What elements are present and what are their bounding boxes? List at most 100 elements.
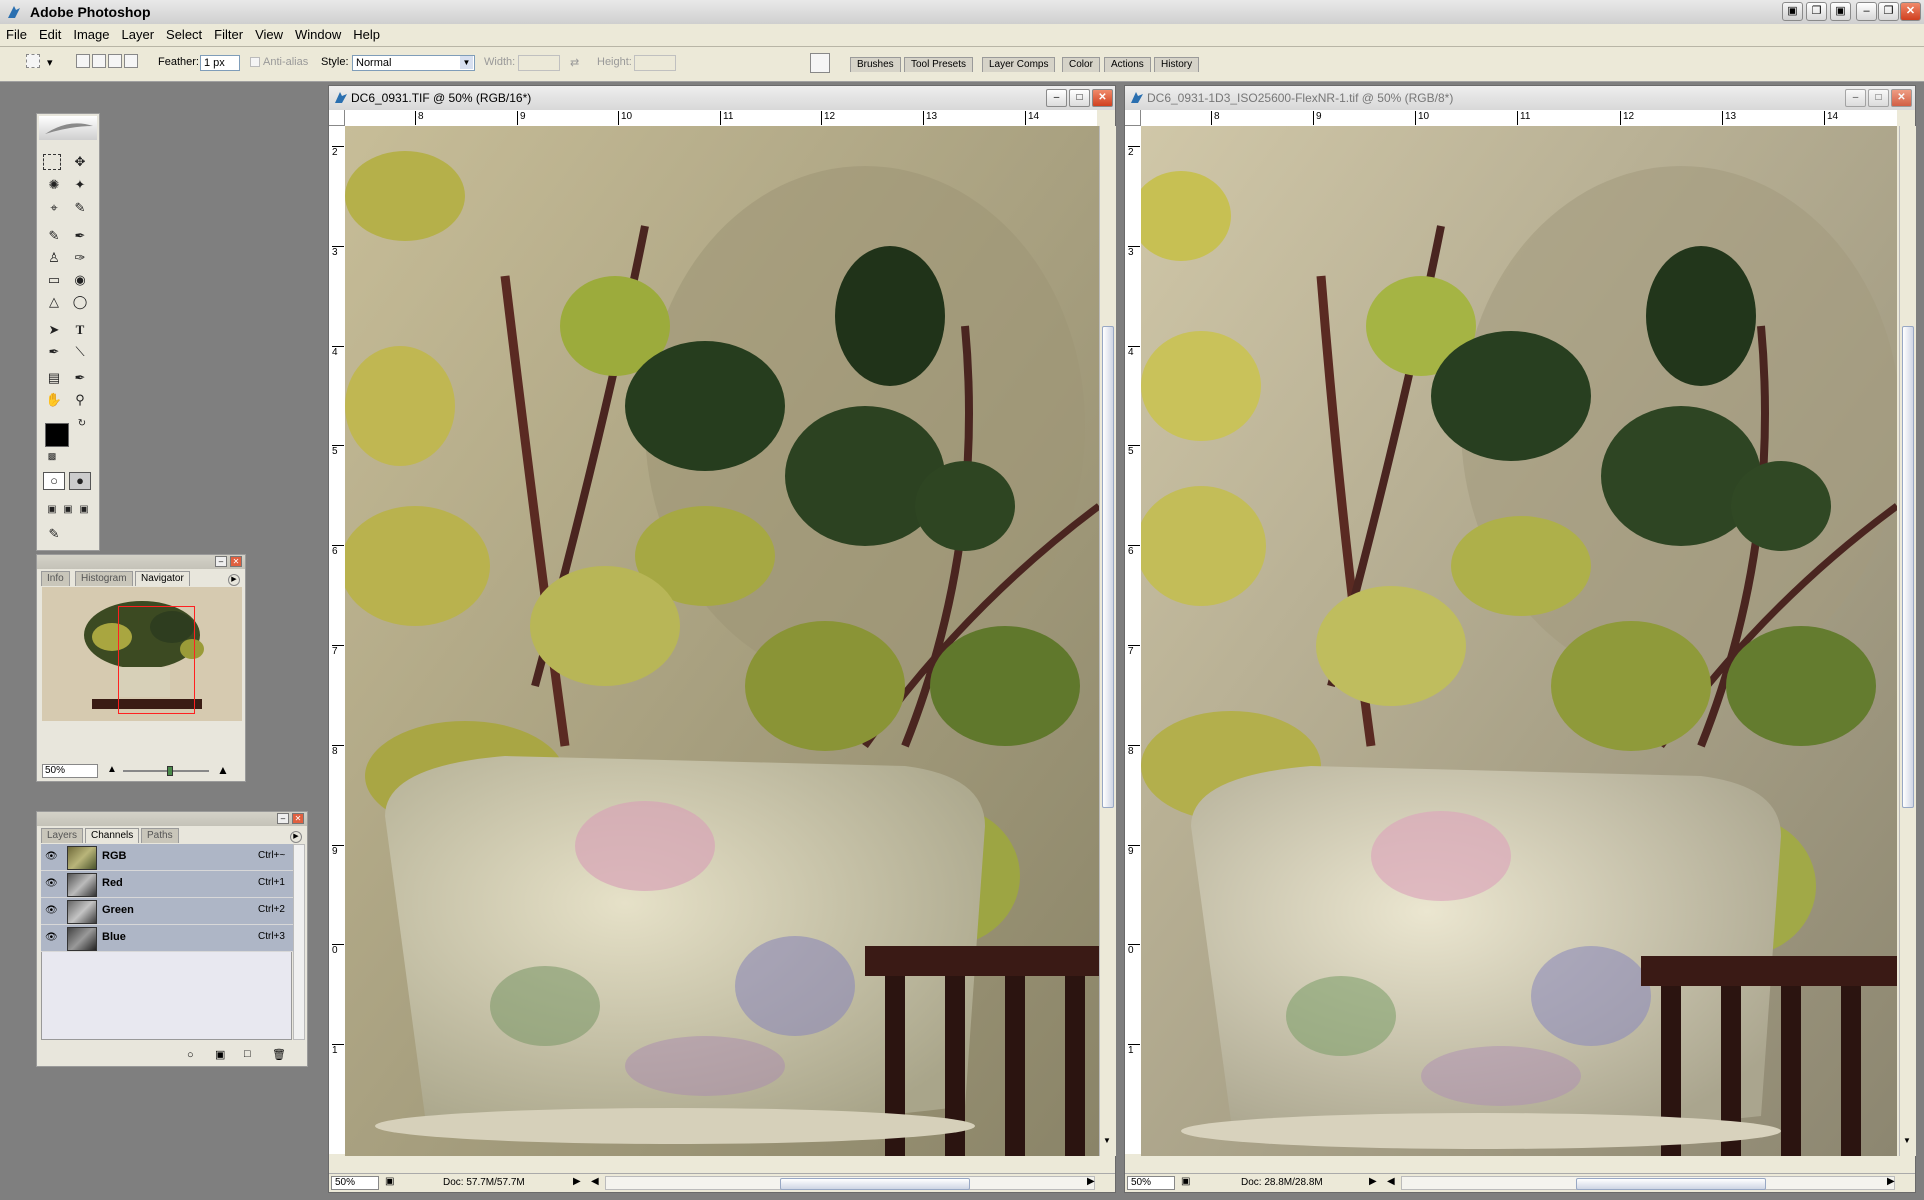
scroll-right-icon[interactable]: ▶ [1087, 1176, 1095, 1187]
image-canvas[interactable] [1141, 126, 1897, 1156]
channel-row-blue[interactable]: 👁 Blue Ctrl+3 [41, 925, 296, 952]
move-tool-icon[interactable]: ✥ [69, 152, 91, 172]
zoom-field[interactable]: 50% [331, 1176, 379, 1190]
ruler-origin[interactable] [1125, 110, 1141, 126]
scroll-left-icon[interactable]: ◀ [1387, 1176, 1395, 1187]
slice-tool-icon[interactable]: ✎ [69, 198, 91, 218]
restore-icon[interactable]: ❐ [1806, 2, 1827, 21]
marquee-tool-icon[interactable] [43, 154, 61, 170]
tab-channels[interactable]: Channels [85, 828, 140, 843]
image-canvas[interactable] [345, 126, 1099, 1156]
width-input[interactable] [518, 55, 560, 71]
horizontal-scrollbar[interactable] [1401, 1176, 1895, 1190]
eye-icon[interactable]: 👁 [45, 932, 59, 944]
new-selection-icon[interactable] [76, 54, 90, 68]
navigator-zoom-field[interactable]: 50% [42, 764, 98, 778]
eye-icon[interactable]: 👁 [45, 905, 59, 917]
feather-logo-icon[interactable] [39, 116, 97, 140]
menu-select[interactable]: Select [160, 24, 208, 46]
add-to-selection-icon[interactable] [92, 54, 106, 68]
navigator-view-box[interactable] [118, 606, 195, 714]
hand-tool-icon[interactable]: ✋ [43, 390, 65, 410]
zoom-field[interactable]: 50% [1127, 1176, 1175, 1190]
save-selection-icon[interactable]: ▣ [215, 1048, 225, 1061]
magic-wand-icon[interactable]: ✦ [69, 175, 91, 195]
well-tab-history[interactable]: History [1154, 57, 1200, 72]
tab-histogram[interactable]: Histogram [75, 571, 133, 586]
jump-to-imageready-icon[interactable]: ✎ [43, 524, 65, 544]
eyedropper-icon[interactable]: ✒ [69, 368, 91, 388]
rect-marquee-preset-icon[interactable] [26, 54, 40, 68]
style-select[interactable]: Normal ▼ [352, 55, 475, 71]
minimize-workspace-icon[interactable]: ▣ [1830, 2, 1851, 21]
channels-scrollbar[interactable] [293, 844, 305, 1040]
menu-layer[interactable]: Layer [116, 24, 161, 46]
scroll-left-icon[interactable]: ◀ [591, 1176, 599, 1187]
healing-brush-icon[interactable]: ✎ [43, 226, 65, 246]
panel-minimize-button[interactable]: – [215, 556, 227, 567]
well-tab-actions[interactable]: Actions [1104, 57, 1151, 72]
status-menu-icon[interactable]: ▶ [573, 1176, 581, 1187]
zoom-slider-thumb[interactable] [167, 766, 173, 776]
tab-layers[interactable]: Layers [41, 828, 84, 843]
scrollbar-thumb[interactable] [780, 1178, 970, 1190]
feather-input[interactable]: 1 px [200, 55, 240, 71]
close-button[interactable]: ✕ [1891, 89, 1912, 107]
delete-channel-icon[interactable]: 🗑 [272, 1048, 286, 1061]
subtract-selection-icon[interactable] [108, 54, 122, 68]
status-preview-icon[interactable]: ▣ [385, 1176, 394, 1187]
document-title-bar[interactable]: DC6_0931.TIF @ 50% (RGB/16*) – □ ✕ [329, 86, 1115, 110]
scroll-right-icon[interactable]: ▶ [1887, 1176, 1895, 1187]
swap-icon[interactable]: ⇄ [570, 56, 579, 69]
type-tool-icon[interactable]: T [69, 320, 91, 340]
minimize-button[interactable]: – [1856, 2, 1877, 21]
brush-tool-icon[interactable]: ✒ [69, 226, 91, 246]
menu-help[interactable]: Help [347, 24, 386, 46]
menu-window[interactable]: Window [289, 24, 347, 46]
maximize-button[interactable]: ❐ [1878, 2, 1899, 21]
palette-toggle-icon[interactable] [810, 53, 830, 73]
document-title-bar[interactable]: DC6_0931-1D3_ISO25600-FlexNR-1.tif @ 50%… [1125, 86, 1915, 110]
tab-paths[interactable]: Paths [141, 828, 179, 843]
lasso-tool-icon[interactable]: ✺ [43, 175, 65, 195]
well-tab-color[interactable]: Color [1062, 57, 1100, 72]
scroll-down-icon[interactable]: ▼ [1903, 1136, 1911, 1145]
zoom-slider[interactable] [123, 766, 209, 776]
standard-mode-icon[interactable]: ○ [43, 472, 65, 490]
well-tab-layer-comps[interactable]: Layer Comps [982, 57, 1056, 72]
blur-tool-icon[interactable]: △ [43, 292, 65, 312]
maximize-button[interactable]: □ [1868, 89, 1889, 107]
scrollbar-thumb[interactable] [1576, 1178, 1766, 1190]
panel-close-button[interactable]: ✕ [292, 813, 304, 824]
vertical-scrollbar[interactable]: ▼ [1099, 126, 1116, 1156]
panel-close-button[interactable]: ✕ [230, 556, 242, 567]
panel-minimize-button[interactable]: – [277, 813, 289, 824]
screen-mode-full-icon[interactable]: ▣ [73, 500, 95, 520]
navigator-thumbnail[interactable] [42, 587, 242, 721]
vertical-ruler[interactable]: 2 3 4 5 6 7 8 9 0 1 [1125, 126, 1142, 1154]
go-to-bridge-icon[interactable]: ▣ [1782, 2, 1803, 21]
preset-dropdown-icon[interactable]: ▾ [47, 56, 53, 69]
status-menu-icon[interactable]: ▶ [1369, 1176, 1377, 1187]
vertical-ruler[interactable]: 2 3 4 5 6 7 8 9 0 1 [329, 126, 346, 1154]
pen-tool-icon[interactable]: ✒ [43, 342, 65, 362]
scrollbar-thumb[interactable] [1902, 326, 1914, 808]
height-input[interactable] [634, 55, 676, 71]
channel-row-red[interactable]: 👁 Red Ctrl+1 [41, 871, 296, 898]
quick-mask-icon[interactable]: ● [69, 472, 91, 490]
menu-filter[interactable]: Filter [208, 24, 249, 46]
zoom-tool-icon[interactable]: ⚲ [69, 390, 91, 410]
chevron-down-icon[interactable]: ▼ [460, 56, 473, 69]
horizontal-ruler[interactable]: 8 9 10 11 12 13 14 [1141, 110, 1897, 127]
horizontal-scrollbar[interactable] [605, 1176, 1095, 1190]
menu-edit[interactable]: Edit [33, 24, 67, 46]
swap-colors-icon[interactable]: ↻ [71, 414, 93, 434]
foreground-color-swatch[interactable] [45, 423, 69, 447]
history-brush-icon[interactable]: ✑ [69, 248, 91, 268]
menu-view[interactable]: View [249, 24, 289, 46]
clone-stamp-icon[interactable]: ♙ [43, 248, 65, 268]
notes-tool-icon[interactable]: ▤ [43, 368, 65, 388]
close-button[interactable]: ✕ [1092, 89, 1113, 107]
maximize-button[interactable]: □ [1069, 89, 1090, 107]
eye-icon[interactable]: 👁 [45, 851, 59, 863]
